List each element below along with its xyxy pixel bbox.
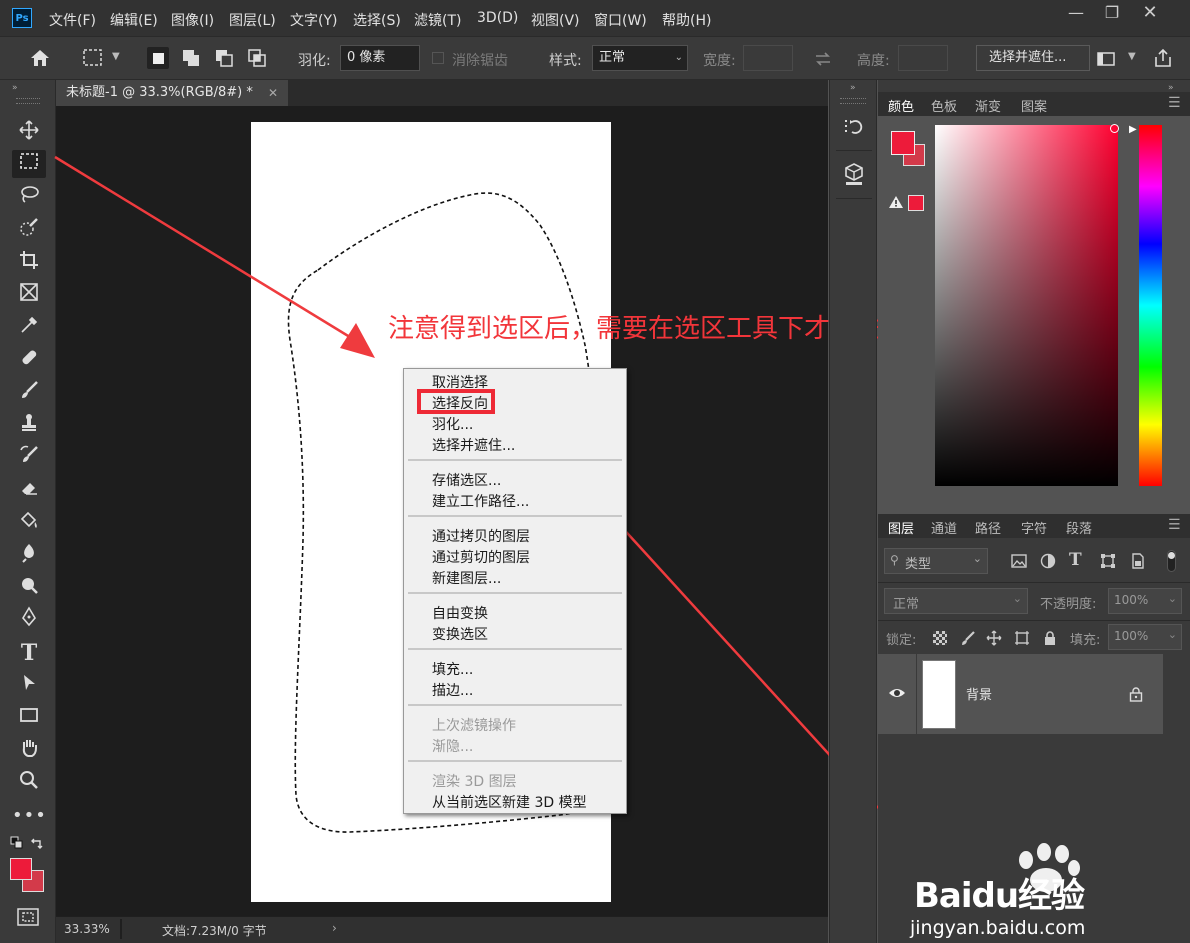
lock-position-icon[interactable] [986, 630, 1002, 646]
panel-tab[interactable]: 渐变 [975, 96, 1001, 115]
panel-tab[interactable]: 图层 [888, 518, 914, 537]
lock-pixels-icon[interactable] [960, 630, 976, 646]
panel-tab[interactable]: 通道 [931, 518, 957, 537]
search-icon: ⚲ [890, 553, 899, 567]
context-menu-item[interactable]: 变换选区 [432, 624, 488, 644]
annotation-arrow-line [54, 155, 359, 344]
filter-shape-icon[interactable] [1100, 553, 1116, 569]
document-info: 文档:7.23M/0 字节 [162, 924, 267, 938]
context-menu-item[interactable]: 填充... [432, 659, 473, 679]
context-menu-item: 上次滤镜操作 [432, 718, 516, 734]
chevron-down-icon: ⌄ [1167, 592, 1177, 605]
highlight-box [417, 389, 495, 414]
divider [120, 919, 122, 939]
chevron-down-icon: ⌄ [1012, 592, 1022, 605]
context-menu-item[interactable]: 自由变换 [432, 603, 488, 623]
hue-slider-handle[interactable]: ▶ [1129, 124, 1137, 135]
layer-name[interactable]: 背景 [966, 684, 992, 703]
watermark-url: jingyan.baidu.com [910, 917, 1086, 939]
color-panel-tabs: 颜色 色板 渐变 图案 [878, 92, 1190, 116]
layer-row[interactable]: 背景 [878, 654, 1163, 734]
gamut-color-swatch[interactable] [908, 195, 924, 211]
context-menu-item: 渲染 3D 图层 [432, 774, 517, 790]
layer-lock-icon[interactable] [1129, 686, 1143, 702]
divider [836, 150, 872, 151]
blend-mode-value: 正常 [893, 597, 920, 612]
panel-menu-icon[interactable]: ☰ [1168, 517, 1181, 533]
context-menu-item[interactable]: 从当前选区新建 3D 模型 [432, 792, 587, 812]
divider [916, 654, 917, 734]
foreground-color-swatch[interactable] [891, 131, 915, 155]
panel-tab[interactable]: 图案 [1021, 96, 1047, 115]
color-field[interactable] [935, 125, 1118, 486]
filter-smart-object-icon[interactable] [1130, 553, 1146, 569]
divider [878, 582, 1190, 583]
layers-panel-body: ⚲ 类型 ⌄ T 正常 ⌄ 不透明度: 100% ⌄ 锁定: 填充: 100% … [878, 538, 1190, 943]
menu-separator [408, 592, 622, 594]
context-menu-item[interactable]: 选择并遮住... [432, 435, 515, 455]
lock-all-icon[interactable] [1042, 630, 1058, 646]
divider [836, 198, 872, 199]
history-panel-icon[interactable] [840, 112, 868, 140]
panel-menu-icon[interactable]: ☰ [1168, 95, 1181, 111]
context-menu-item[interactable]: 建立工作路径... [432, 491, 529, 511]
lock-transparent-icon[interactable] [933, 631, 947, 645]
context-menu-item[interactable]: 羽化... [432, 414, 473, 434]
menu-separator [408, 704, 622, 706]
annotation-arrow-head [340, 323, 375, 358]
collapse-icon[interactable]: » [850, 83, 856, 93]
opacity-input[interactable]: 100% ⌄ [1108, 588, 1182, 614]
fill-input[interactable]: 100% ⌄ [1108, 624, 1182, 650]
context-menu: 取消选择 选择反向 羽化... 选择并遮住... 存储选区... 建立工作路径... 通过拷… [403, 368, 627, 814]
filter-type-icon[interactable]: T [1069, 550, 1082, 570]
hue-slider[interactable] [1139, 125, 1162, 486]
layer-filter-select[interactable]: ⚲ 类型 ⌄ [884, 548, 988, 574]
context-menu-item[interactable]: 描边... [432, 680, 473, 700]
context-menu-item[interactable]: 通过拷贝的图层 [432, 526, 530, 546]
context-menu-item[interactable]: 新建图层... [432, 568, 501, 588]
menu-separator [408, 515, 622, 517]
opacity-value: 100% [1114, 593, 1149, 607]
chevron-down-icon: ⌄ [972, 552, 982, 565]
panel-dock-strip: » [829, 80, 877, 943]
menu-separator [408, 459, 622, 461]
fill-label: 填充: [1070, 633, 1101, 648]
context-menu-item[interactable]: 通过剪切的图层 [432, 547, 530, 567]
context-menu-item: 渐隐... [432, 739, 474, 755]
baidu-watermark: Baidu经验 [912, 838, 1132, 918]
filter-pixel-icon[interactable] [1011, 553, 1027, 569]
chevron-right-icon[interactable]: › [332, 921, 337, 935]
context-menu-item[interactable]: 存储选区... [432, 470, 501, 490]
layers-panel-tabs: 图层 通道 路径 字符 段落 [878, 514, 1190, 538]
watermark-brand: Baidu经验 [914, 876, 1085, 916]
layer-filter-value: 类型 [905, 557, 932, 572]
color-panel-body: ▶ [878, 116, 1190, 518]
chevron-down-icon: ⌄ [1167, 628, 1177, 641]
layer-thumbnail[interactable] [922, 660, 956, 729]
blend-mode-select[interactable]: 正常 ⌄ [884, 588, 1028, 614]
lock-artboard-icon[interactable] [1014, 630, 1030, 646]
panel-tab[interactable]: 字符 [1021, 518, 1047, 537]
divider [878, 620, 1190, 621]
panel-tab[interactable]: 颜色 [888, 96, 914, 115]
filter-adjustment-icon[interactable] [1040, 553, 1056, 569]
color-picker-cursor[interactable] [1110, 124, 1119, 133]
panel-tab[interactable]: 段落 [1066, 518, 1092, 537]
out-of-gamut-warning-icon[interactable] [888, 195, 904, 209]
fill-value: 100% [1114, 629, 1149, 643]
3d-panel-icon[interactable] [840, 160, 868, 188]
lock-label: 锁定: [886, 633, 917, 648]
opacity-label: 不透明度: [1040, 597, 1097, 612]
panel-tab[interactable]: 色板 [931, 96, 957, 115]
status-bar: 33.33% 文档:7.23M/0 字节 › [56, 916, 828, 943]
filter-toggle[interactable] [1167, 550, 1176, 572]
grip-icon[interactable] [840, 98, 866, 104]
menu-separator [408, 760, 622, 762]
zoom-level[interactable]: 33.33% [64, 922, 110, 936]
panel-tab[interactable]: 路径 [975, 518, 1001, 537]
right-panel-dock: » 颜色 色板 渐变 图案 ☰ ▶ 图层 通道 路径 字符 段落 ☰ ⚲ 类型 ⌄ T [878, 80, 1190, 943]
menu-separator [408, 648, 622, 650]
visibility-eye-icon[interactable] [888, 686, 906, 700]
